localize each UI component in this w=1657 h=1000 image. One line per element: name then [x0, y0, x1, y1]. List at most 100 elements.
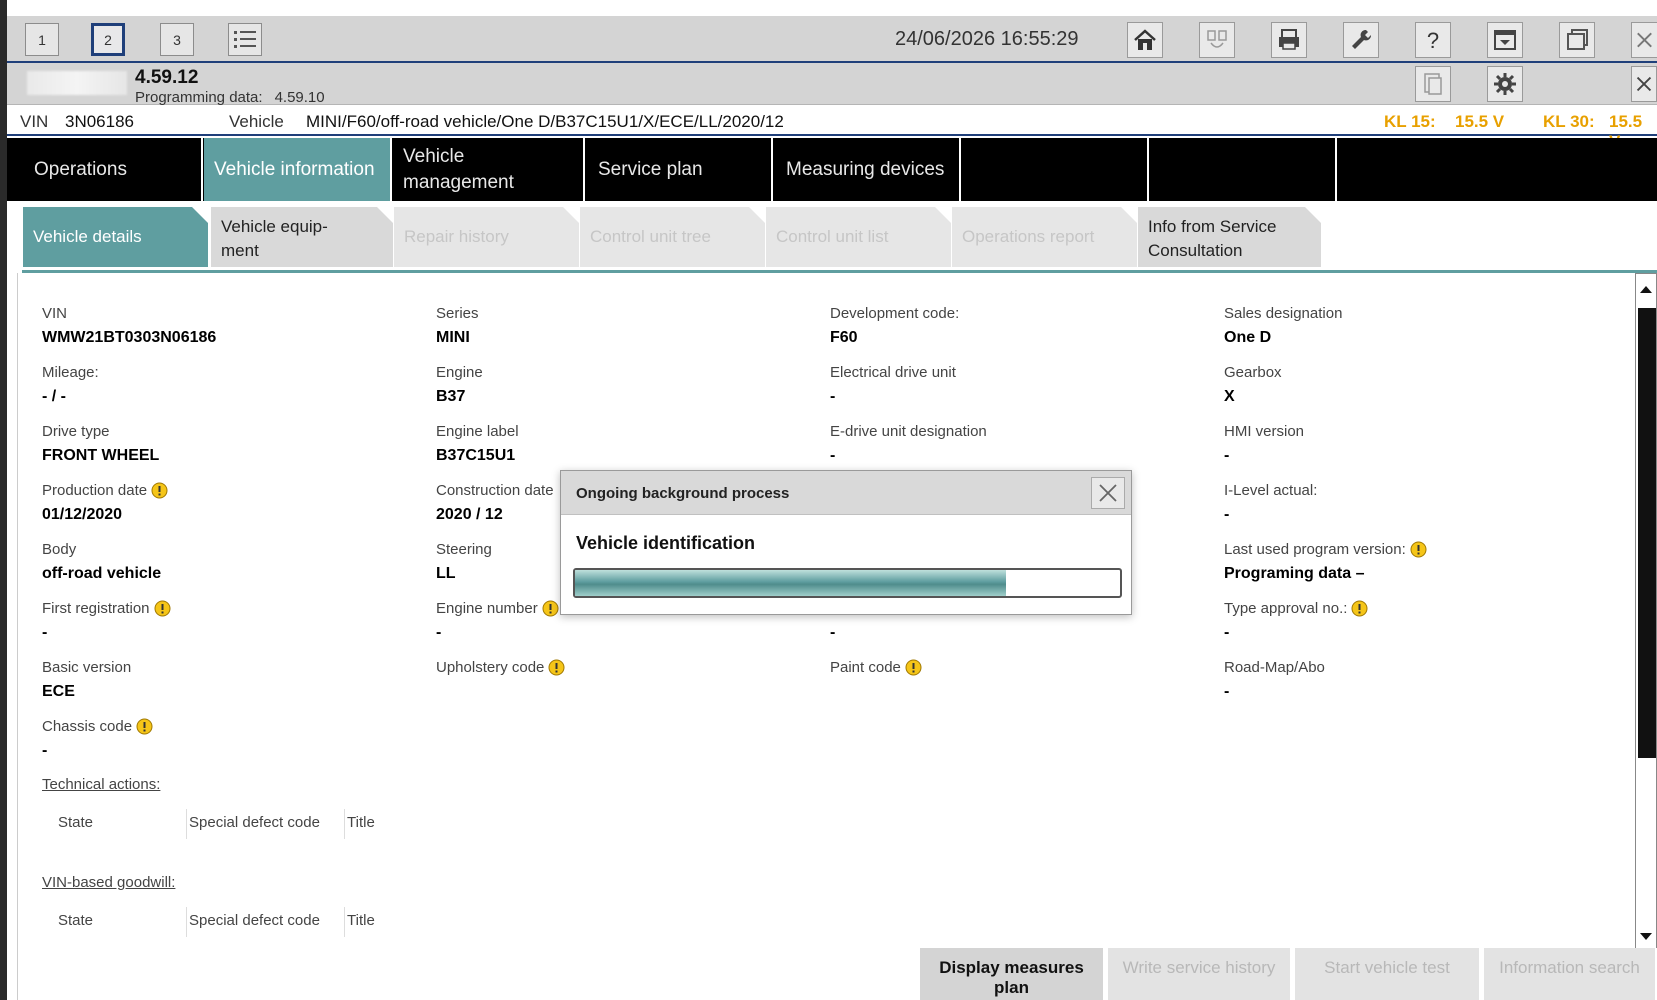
window-icon[interactable]	[1559, 22, 1595, 58]
svg-text:?: ?	[1427, 28, 1439, 53]
background-process-dialog: Ongoing background process Vehicle ident…	[560, 470, 1132, 615]
field-series: Series MINI	[436, 303, 796, 349]
tab-vehicle-information[interactable]: Vehicle information	[204, 138, 392, 201]
kl15-label: KL 15:	[1384, 112, 1436, 131]
window-button-2[interactable]: 2	[91, 23, 125, 56]
tab-service-plan[interactable]: Service plan	[586, 138, 773, 201]
field-chassis-code: Chassis code -	[42, 716, 402, 762]
field-label: Paint code	[830, 658, 901, 676]
column-divider	[186, 809, 187, 839]
field-label: First registration	[42, 599, 150, 617]
close-session-icon[interactable]	[1631, 66, 1657, 102]
warning-icon	[136, 718, 153, 734]
list-icon[interactable]	[228, 23, 262, 56]
field-basic-version: Basic version ECE	[42, 657, 402, 703]
field-engine-label: Engine label B37C15U1	[436, 421, 796, 467]
field-paint-code: Paint code	[830, 657, 1190, 677]
field-label: HMI version	[1224, 422, 1305, 440]
field-label: VIN	[42, 304, 68, 322]
close-icon[interactable]	[1631, 22, 1657, 58]
tab-operations[interactable]: Operations	[7, 138, 203, 201]
field-label: Production date	[42, 481, 148, 499]
tab-measuring-devices[interactable]: Measuring devices	[774, 138, 961, 201]
logo	[27, 71, 127, 95]
field-upholstery-code: Upholstery code	[436, 657, 796, 677]
tab-vehicle-management[interactable]: Vehicle management	[393, 138, 585, 201]
field-value: -	[830, 447, 836, 464]
field-label-row: Upholstery code	[436, 657, 796, 677]
field-label-row: Paint code	[830, 657, 1190, 677]
display-measures-plan-button[interactable]: Display measures plan	[920, 948, 1105, 1000]
scroll-thumb[interactable]	[1638, 308, 1656, 758]
vehicle-value: MINI/F60/off-road vehicle/One D/B37C15U1…	[306, 112, 784, 131]
version-bar: 4.59.12 Programming data: 4.59.10	[7, 63, 1657, 106]
field-label: Development code:	[830, 304, 960, 322]
field-mileage: Mileage: - / -	[42, 362, 402, 408]
version-number: 4.59.12	[135, 67, 199, 88]
progress-fill	[575, 570, 1006, 596]
start-vehicle-test-button: Start vehicle test	[1295, 948, 1481, 1000]
window-button-3[interactable]: 3	[160, 23, 194, 56]
field-label: Series	[436, 304, 479, 322]
warning-icon	[1410, 541, 1427, 557]
subtab-vehicle-equipment[interactable]: Vehicle equip-ment	[211, 207, 393, 267]
warning-icon	[154, 600, 171, 616]
field-label: Gearbox	[1224, 363, 1282, 381]
subtab-control-unit-list: Control unit list	[766, 207, 951, 267]
programming-data-label: Programming data:	[135, 89, 263, 106]
column-header-state: State	[58, 912, 94, 929]
vin-goodwill-title: VIN-based goodwill:	[42, 874, 176, 891]
subtab-repair-history: Repair history	[394, 207, 579, 267]
warning-icon	[542, 600, 559, 616]
vin-short-value: 3N06186	[65, 112, 135, 131]
warning-icon	[1351, 600, 1368, 616]
dialog-close-icon[interactable]	[1091, 477, 1125, 509]
field-last-program-version: Last used program version: Programing da…	[1224, 539, 1584, 585]
warning-icon	[151, 482, 168, 498]
window-button-1[interactable]: 1	[25, 23, 59, 56]
wrench-icon[interactable]	[1343, 22, 1379, 58]
subtab-vehicle-details[interactable]: Vehicle details	[23, 207, 208, 267]
field-value: off-road vehicle	[42, 565, 162, 582]
field-label: Road-Map/Abo	[1224, 658, 1325, 676]
document-icon[interactable]	[1415, 66, 1451, 102]
field-gearbox: Gearbox X	[1224, 362, 1584, 408]
top-strip	[0, 0, 1657, 16]
subtab-info-service-consultation[interactable]: Info from Service Consultation	[1138, 207, 1321, 267]
connection-icon[interactable]	[1199, 22, 1235, 58]
field-value: -	[1224, 624, 1230, 641]
kl30-label: KL 30:	[1543, 112, 1595, 131]
field-value: F60	[830, 329, 858, 346]
settings-icon[interactable]	[1487, 66, 1523, 102]
field-value: -	[42, 624, 48, 641]
field-value: WMW21BT0303N06186	[42, 329, 217, 346]
scroll-up-icon[interactable]	[1636, 274, 1656, 304]
field-value: One D	[1224, 329, 1272, 346]
progress-bar	[573, 568, 1122, 598]
help-icon[interactable]: ?	[1415, 22, 1451, 58]
dialog-header: Ongoing background process	[561, 471, 1131, 515]
field-drive-type: Drive type FRONT WHEEL	[42, 421, 402, 467]
write-service-history-button: Write service history	[1108, 948, 1292, 1000]
field-production-date: Production date 01/12/2020	[42, 480, 402, 526]
home-icon[interactable]	[1127, 22, 1163, 58]
toolbar: 1 2 3 24/06/2026 16:55:29 ?	[7, 16, 1657, 63]
dropdown-icon[interactable]	[1487, 22, 1523, 58]
field-label: Engine label	[436, 422, 519, 440]
vertical-scrollbar[interactable]	[1635, 273, 1657, 953]
field-edrive-designation: E-drive unit designation -	[830, 421, 1190, 467]
field-electrical-drive-unit: Electrical drive unit -	[830, 362, 1190, 408]
vehicle-details-panel: VIN WMW21BT0303N06186 Mileage: - / - Dri…	[17, 273, 1635, 1000]
field-value: - / -	[42, 388, 66, 405]
field-value: 01/12/2020	[42, 506, 123, 523]
field-body: Body off-road vehicle	[42, 539, 402, 585]
tab-empty-1	[962, 138, 1149, 201]
column-header-title: Title	[347, 814, 375, 831]
column-divider	[344, 907, 345, 937]
vehicle-label: Vehicle	[229, 112, 284, 131]
field-value: -	[436, 624, 442, 641]
vehicle-summary-bar: VIN 3N06186 Vehicle MINI/F60/off-road ve…	[7, 106, 1657, 151]
tab-empty-2	[1150, 138, 1337, 201]
field-label-row: Type approval no.:	[1224, 598, 1584, 618]
print-icon[interactable]	[1271, 22, 1307, 58]
